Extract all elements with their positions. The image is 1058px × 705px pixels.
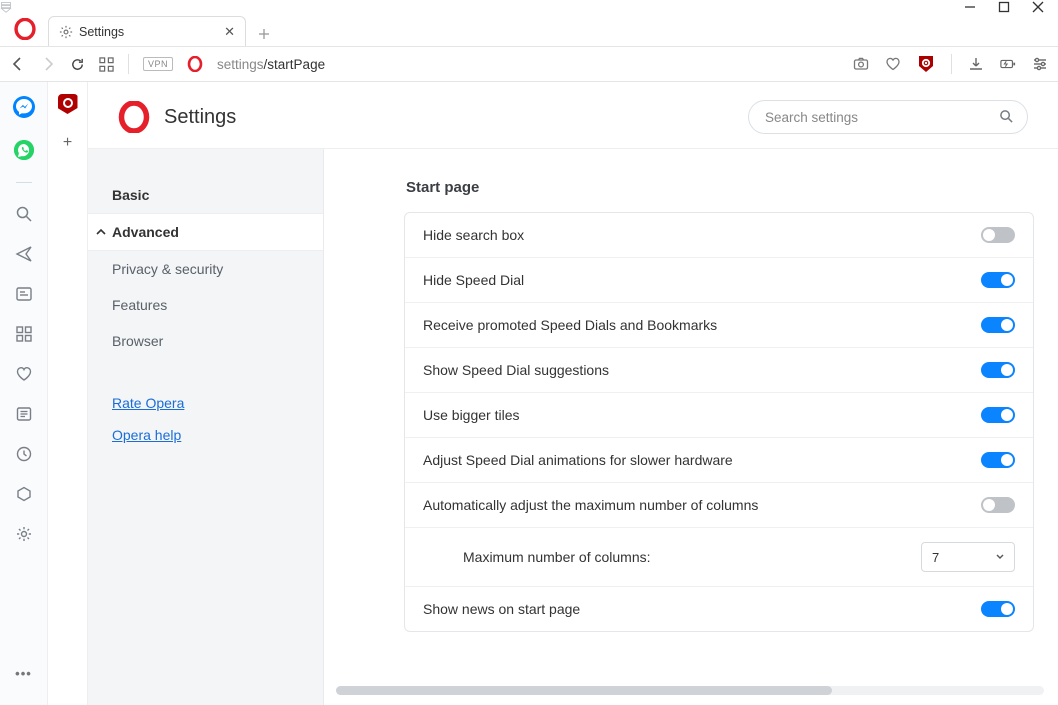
row-animations: Adjust Speed Dial animations for slower … <box>405 438 1033 483</box>
sidenav-features[interactable]: Features <box>88 287 323 323</box>
settings-sidenav: Basic Advanced Privacy & security Featur… <box>88 149 324 705</box>
address-bar: VPN settings/startPage <box>0 46 1058 82</box>
sidenav-advanced[interactable]: Advanced <box>88 213 323 251</box>
sidenav-browser[interactable]: Browser <box>88 323 323 359</box>
news-rail-icon[interactable] <box>15 405 33 423</box>
divider <box>951 54 952 74</box>
toggle-hide-search-box[interactable] <box>981 227 1015 243</box>
divider <box>16 182 32 183</box>
close-icon[interactable]: ✕ <box>224 24 235 40</box>
send-icon[interactable] <box>15 245 33 263</box>
scrollbar-thumb[interactable] <box>336 686 832 695</box>
toggle-show-news[interactable] <box>981 601 1015 617</box>
row-bigger-tiles: Use bigger tiles <box>405 393 1033 438</box>
opera-menu-icon[interactable] <box>0 1 12 13</box>
page-title: Settings <box>164 106 236 129</box>
settings-rail-icon[interactable] <box>15 525 33 543</box>
chevron-up-icon <box>96 227 106 237</box>
search-icon[interactable] <box>15 205 33 223</box>
extensions-icon[interactable] <box>15 485 33 503</box>
left-rail: ••• <box>0 82 48 705</box>
row-suggestions: Show Speed Dial suggestions <box>405 348 1033 393</box>
toggle-auto-columns[interactable] <box>981 497 1015 513</box>
section-title: Start page <box>406 179 1034 196</box>
gear-icon <box>59 25 73 39</box>
history-icon[interactable] <box>15 445 33 463</box>
start-page-card: Hide search box Hide Speed Dial Receive … <box>404 212 1034 632</box>
add-extension-button[interactable]: + <box>63 134 72 152</box>
personal-news-icon[interactable] <box>15 285 33 303</box>
chevron-down-icon <box>996 553 1004 561</box>
snapshot-icon[interactable] <box>853 56 869 72</box>
extension-sidebar: + <box>48 82 88 705</box>
minimize-button[interactable] <box>964 1 976 13</box>
row-auto-columns: Automatically adjust the maximum number … <box>405 483 1033 528</box>
vpn-badge[interactable]: VPN <box>143 57 173 71</box>
ublock-icon[interactable] <box>917 55 935 73</box>
settings-page: Start page Hide search box Hide Speed Di… <box>324 149 1058 705</box>
speed-dial-rail-icon[interactable] <box>15 325 33 343</box>
tab-title: Settings <box>79 25 218 39</box>
battery-icon[interactable] <box>1000 56 1016 72</box>
rate-opera-link[interactable]: Rate Opera <box>88 387 323 419</box>
row-hide-speed-dial: Hide Speed Dial <box>405 258 1033 303</box>
forward-button <box>40 56 56 72</box>
row-promoted: Receive promoted Speed Dials and Bookmar… <box>405 303 1033 348</box>
opera-logo-icon[interactable] <box>14 18 36 40</box>
row-hide-search-box: Hide search box <box>405 213 1033 258</box>
toggle-bigger-tiles[interactable] <box>981 407 1015 423</box>
settings-header: Settings <box>88 82 1058 149</box>
sidenav-privacy[interactable]: Privacy & security <box>88 251 323 287</box>
toggle-suggestions[interactable] <box>981 362 1015 378</box>
opera-help-link[interactable]: Opera help <box>88 419 323 451</box>
messenger-icon[interactable] <box>13 96 35 118</box>
easy-setup-icon[interactable] <box>1032 56 1048 72</box>
more-icon[interactable]: ••• <box>15 666 32 681</box>
maximize-button[interactable] <box>998 1 1010 13</box>
toggle-promoted[interactable] <box>981 317 1015 333</box>
back-button[interactable] <box>10 56 26 72</box>
window-titlebar <box>0 0 1058 14</box>
url-display[interactable]: settings/startPage <box>217 57 325 72</box>
search-icon <box>999 109 1014 124</box>
settings-content: Settings Basic Advanced Privacy & securi… <box>88 82 1058 705</box>
ublock-sidebar-icon[interactable] <box>58 94 78 114</box>
speed-dial-icon[interactable] <box>99 57 114 72</box>
heart-icon[interactable] <box>885 56 901 72</box>
tab-strip: Settings ✕ <box>0 14 1058 46</box>
tab-settings[interactable]: Settings ✕ <box>48 16 246 46</box>
max-columns-select[interactable]: 7 <box>921 542 1015 572</box>
reload-button[interactable] <box>70 57 85 72</box>
horizontal-scrollbar[interactable] <box>336 686 1044 695</box>
toggle-animations[interactable] <box>981 452 1015 468</box>
row-max-columns: Maximum number of columns: 7 <box>405 528 1033 587</box>
site-info-icon[interactable] <box>187 56 203 72</box>
search-settings-input[interactable] <box>748 100 1028 134</box>
whatsapp-icon[interactable] <box>14 140 34 160</box>
bookmarks-icon[interactable] <box>15 365 33 383</box>
toggle-hide-speed-dial[interactable] <box>981 272 1015 288</box>
row-show-news: Show news on start page <box>405 587 1033 631</box>
new-tab-button[interactable] <box>252 22 276 46</box>
downloads-icon[interactable] <box>968 56 984 72</box>
sidenav-basic[interactable]: Basic <box>88 177 323 213</box>
close-button[interactable] <box>1032 1 1044 13</box>
opera-logo-icon <box>118 101 150 133</box>
divider <box>128 54 129 74</box>
